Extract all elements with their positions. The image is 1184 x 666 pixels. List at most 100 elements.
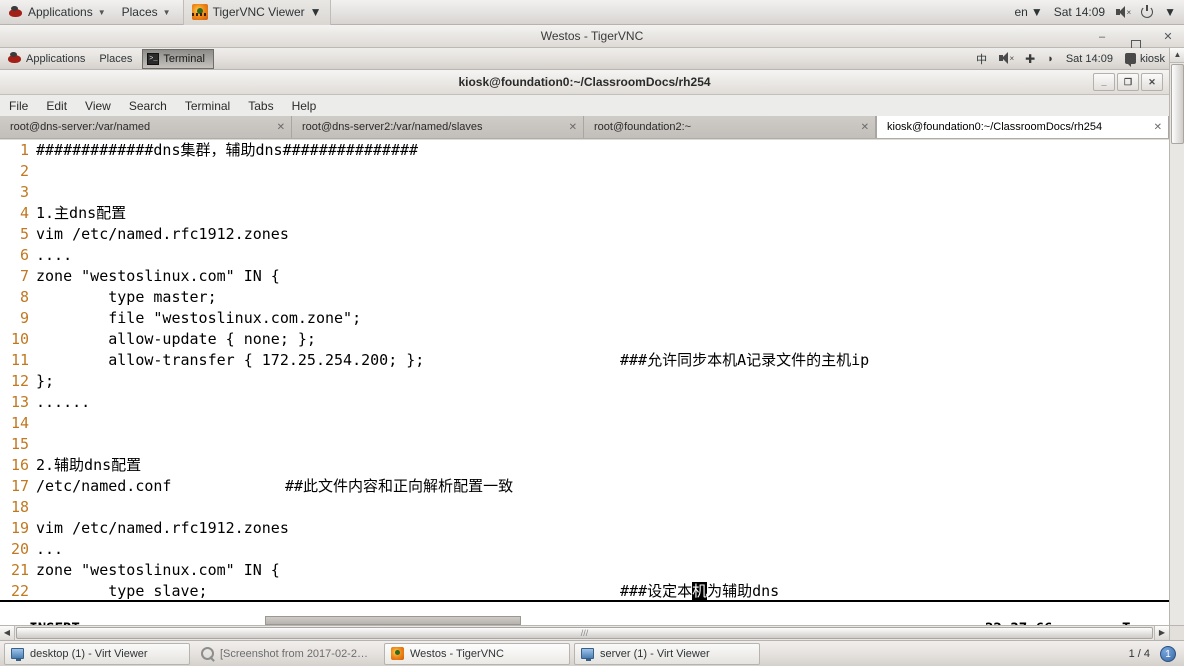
tigervnc-icon [391, 647, 404, 660]
minimize-icon[interactable] [1096, 31, 1108, 43]
line-number: 16 [10, 456, 29, 474]
places-menu[interactable]: Places ▼ [114, 0, 179, 25]
remote-places-menu[interactable]: Places [92, 48, 139, 70]
terminal-titlebar[interactable]: kiosk@foundation0:~/ClassroomDocs/rh254 … [0, 70, 1169, 95]
wifi-icon[interactable]: ◗ [1047, 53, 1054, 65]
line-text: vim /etc/named.rfc1912.zones [36, 519, 289, 537]
scroll-left-icon[interactable]: ◀ [0, 626, 15, 640]
menu-view[interactable]: View [76, 95, 120, 117]
keyboard-layout-indicator[interactable]: en ▼ [1014, 5, 1042, 19]
volume-muted-icon[interactable]: × [1116, 5, 1131, 19]
line-text: allow-transfer { 172.25.254.200; }; [36, 351, 425, 369]
scroll-right-icon[interactable]: ▶ [1154, 626, 1169, 640]
minimize-icon[interactable]: _ [1093, 73, 1115, 91]
tigervnc-icon [191, 4, 208, 20]
vim-line: 18 [0, 497, 1169, 518]
comment-after-cursor: 为辅助dns [707, 582, 780, 600]
vertical-scrollbar-thumb[interactable] [1171, 64, 1184, 144]
vim-line: 12}; [0, 371, 1169, 392]
tigervnc-viewer-app-menu[interactable]: TigerVNC Viewer ▼ [182, 0, 331, 25]
line-number: 22 [10, 582, 29, 600]
remote-applications-menu[interactable]: Applications [0, 48, 92, 70]
menu-help[interactable]: Help [283, 95, 326, 117]
chat-icon [1124, 53, 1136, 67]
terminal-tab-foundation2[interactable]: root@foundation2:~ ✕ [584, 116, 876, 138]
line-number: 3 [19, 183, 29, 201]
workspace-indicator[interactable]: 1 / 4 [1129, 648, 1150, 660]
line-text: 1.主dns配置 [36, 204, 127, 222]
line-text: }; [36, 372, 55, 390]
maximize-icon[interactable]: ❐ [1117, 73, 1139, 91]
terminal-window: kiosk@foundation0:~/ClassroomDocs/rh254 … [0, 70, 1169, 640]
tab-close-icon[interactable]: ✕ [277, 122, 285, 133]
chevron-down-icon: ▼ [97, 7, 106, 17]
line-number: 6 [19, 246, 29, 264]
remote-applications-label: Applications [26, 52, 86, 65]
menu-search[interactable]: Search [120, 95, 176, 117]
terminal-tab-dns-server2[interactable]: root@dns-server2:/var/named/slaves ✕ [292, 116, 584, 138]
tab-close-icon[interactable]: ✕ [1154, 122, 1162, 133]
menu-edit[interactable]: Edit [37, 95, 76, 117]
terminal-window-controls: _ ❐ ✕ [1093, 73, 1163, 91]
line-number: 15 [10, 435, 29, 453]
redhat-logo-icon [7, 51, 22, 66]
power-icon[interactable] [1141, 5, 1154, 18]
vim-editor-area[interactable]: 1 #############dns集群，辅助dns###############… [0, 140, 1169, 640]
scrollbar-corner [1169, 625, 1184, 640]
line-number: 11 [10, 351, 29, 369]
vim-line: 5 vim /etc/named.rfc1912.zones [0, 224, 1169, 245]
taskbar-item-screenshot[interactable]: [Screenshot from 2017-02-25 1... [194, 643, 380, 665]
horizontal-scrollbar[interactable]: ◀ /// ▶ [0, 625, 1169, 640]
scroll-up-icon[interactable]: ▲ [1170, 48, 1184, 63]
horizontal-scrollbar-thumb[interactable]: /// [16, 627, 1153, 639]
taskbar-item-label: [Screenshot from 2017-02-25 1... [220, 647, 373, 660]
vim-line: 6.... [0, 245, 1169, 266]
tab-close-icon[interactable]: ✕ [569, 122, 577, 133]
close-icon[interactable] [1162, 31, 1174, 43]
vertical-scrollbar[interactable]: ▲ ▼ [1169, 48, 1184, 640]
terminal-tab-foundation0-active[interactable]: kiosk@foundation0:~/ClassroomDocs/rh254 … [876, 116, 1169, 138]
terminal-window-title: kiosk@foundation0:~/ClassroomDocs/rh254 [458, 75, 711, 89]
taskbar-item-server-virt-viewer[interactable]: server (1) - Virt Viewer [574, 642, 760, 665]
line-number: 8 [19, 288, 29, 306]
line-text: ... [36, 540, 64, 558]
chevron-down-icon: ▼ [162, 7, 171, 17]
line-comment: ###允许同步本机A记录文件的主机ip [620, 351, 870, 369]
terminal-menubar: File Edit View Search Terminal Tabs Help [0, 95, 1169, 117]
line-number: 4 [19, 204, 29, 222]
remote-task-terminal[interactable]: >_ Terminal [142, 48, 214, 69]
line-text: zone "westoslinux.com" IN { [36, 561, 280, 579]
user-name-label: kiosk [1139, 52, 1165, 65]
applications-menu[interactable]: Applications ▼ [0, 0, 114, 25]
line-number: 21 [10, 561, 29, 579]
bluetooth-icon[interactable]: ✚ [1025, 52, 1035, 66]
user-menu[interactable]: kiosk [1124, 52, 1165, 67]
volume-muted-icon[interactable]: × [999, 52, 1014, 65]
tab-label: root@foundation2:~ [594, 121, 692, 133]
tab-close-icon[interactable]: ✕ [861, 122, 869, 133]
close-icon[interactable]: ✕ [1141, 73, 1163, 91]
resize-grip-strip[interactable] [265, 616, 521, 625]
chevron-down-icon[interactable]: ▼ [1164, 5, 1176, 19]
vim-line: 11 allow-transfer { 172.25.254.200; }; ##… [0, 350, 1169, 371]
taskbar-item-westos-tigervnc[interactable]: Westos - TigerVNC [384, 642, 570, 665]
vim-line: 10 allow-update { none; }; [0, 329, 1169, 350]
menu-tabs[interactable]: Tabs [239, 95, 282, 117]
speaker-cone [1119, 5, 1126, 18]
remote-clock[interactable]: Sat 14:09 [1066, 53, 1113, 65]
ime-indicator[interactable]: 中 [976, 51, 987, 67]
terminal-tabbar: root@dns-server:/var/named ✕ root@dns-se… [0, 116, 1169, 139]
line-number: 14 [10, 414, 29, 432]
tab-label: root@dns-server:/var/named [10, 121, 151, 133]
taskbar-item-desktop-virt-viewer[interactable]: desktop (1) - Virt Viewer [4, 642, 190, 665]
bottom-taskbar: desktop (1) - Virt Viewer [Screenshot fr… [0, 640, 1184, 666]
speaker-cone [1002, 52, 1009, 64]
remote-top-panel: Applications Places >_ Terminal 中 × ✚ ◗ … [0, 48, 1169, 70]
menu-file[interactable]: File [0, 95, 37, 117]
terminal-tab-dns-server[interactable]: root@dns-server:/var/named ✕ [0, 116, 292, 138]
menu-terminal[interactable]: Terminal [176, 95, 239, 117]
clock[interactable]: Sat 14:09 [1054, 5, 1105, 19]
line-text: .... [36, 246, 73, 264]
workspace-badge[interactable]: 1 [1160, 645, 1176, 662]
vnc-titlebar[interactable]: Westos - TigerVNC [0, 25, 1184, 50]
